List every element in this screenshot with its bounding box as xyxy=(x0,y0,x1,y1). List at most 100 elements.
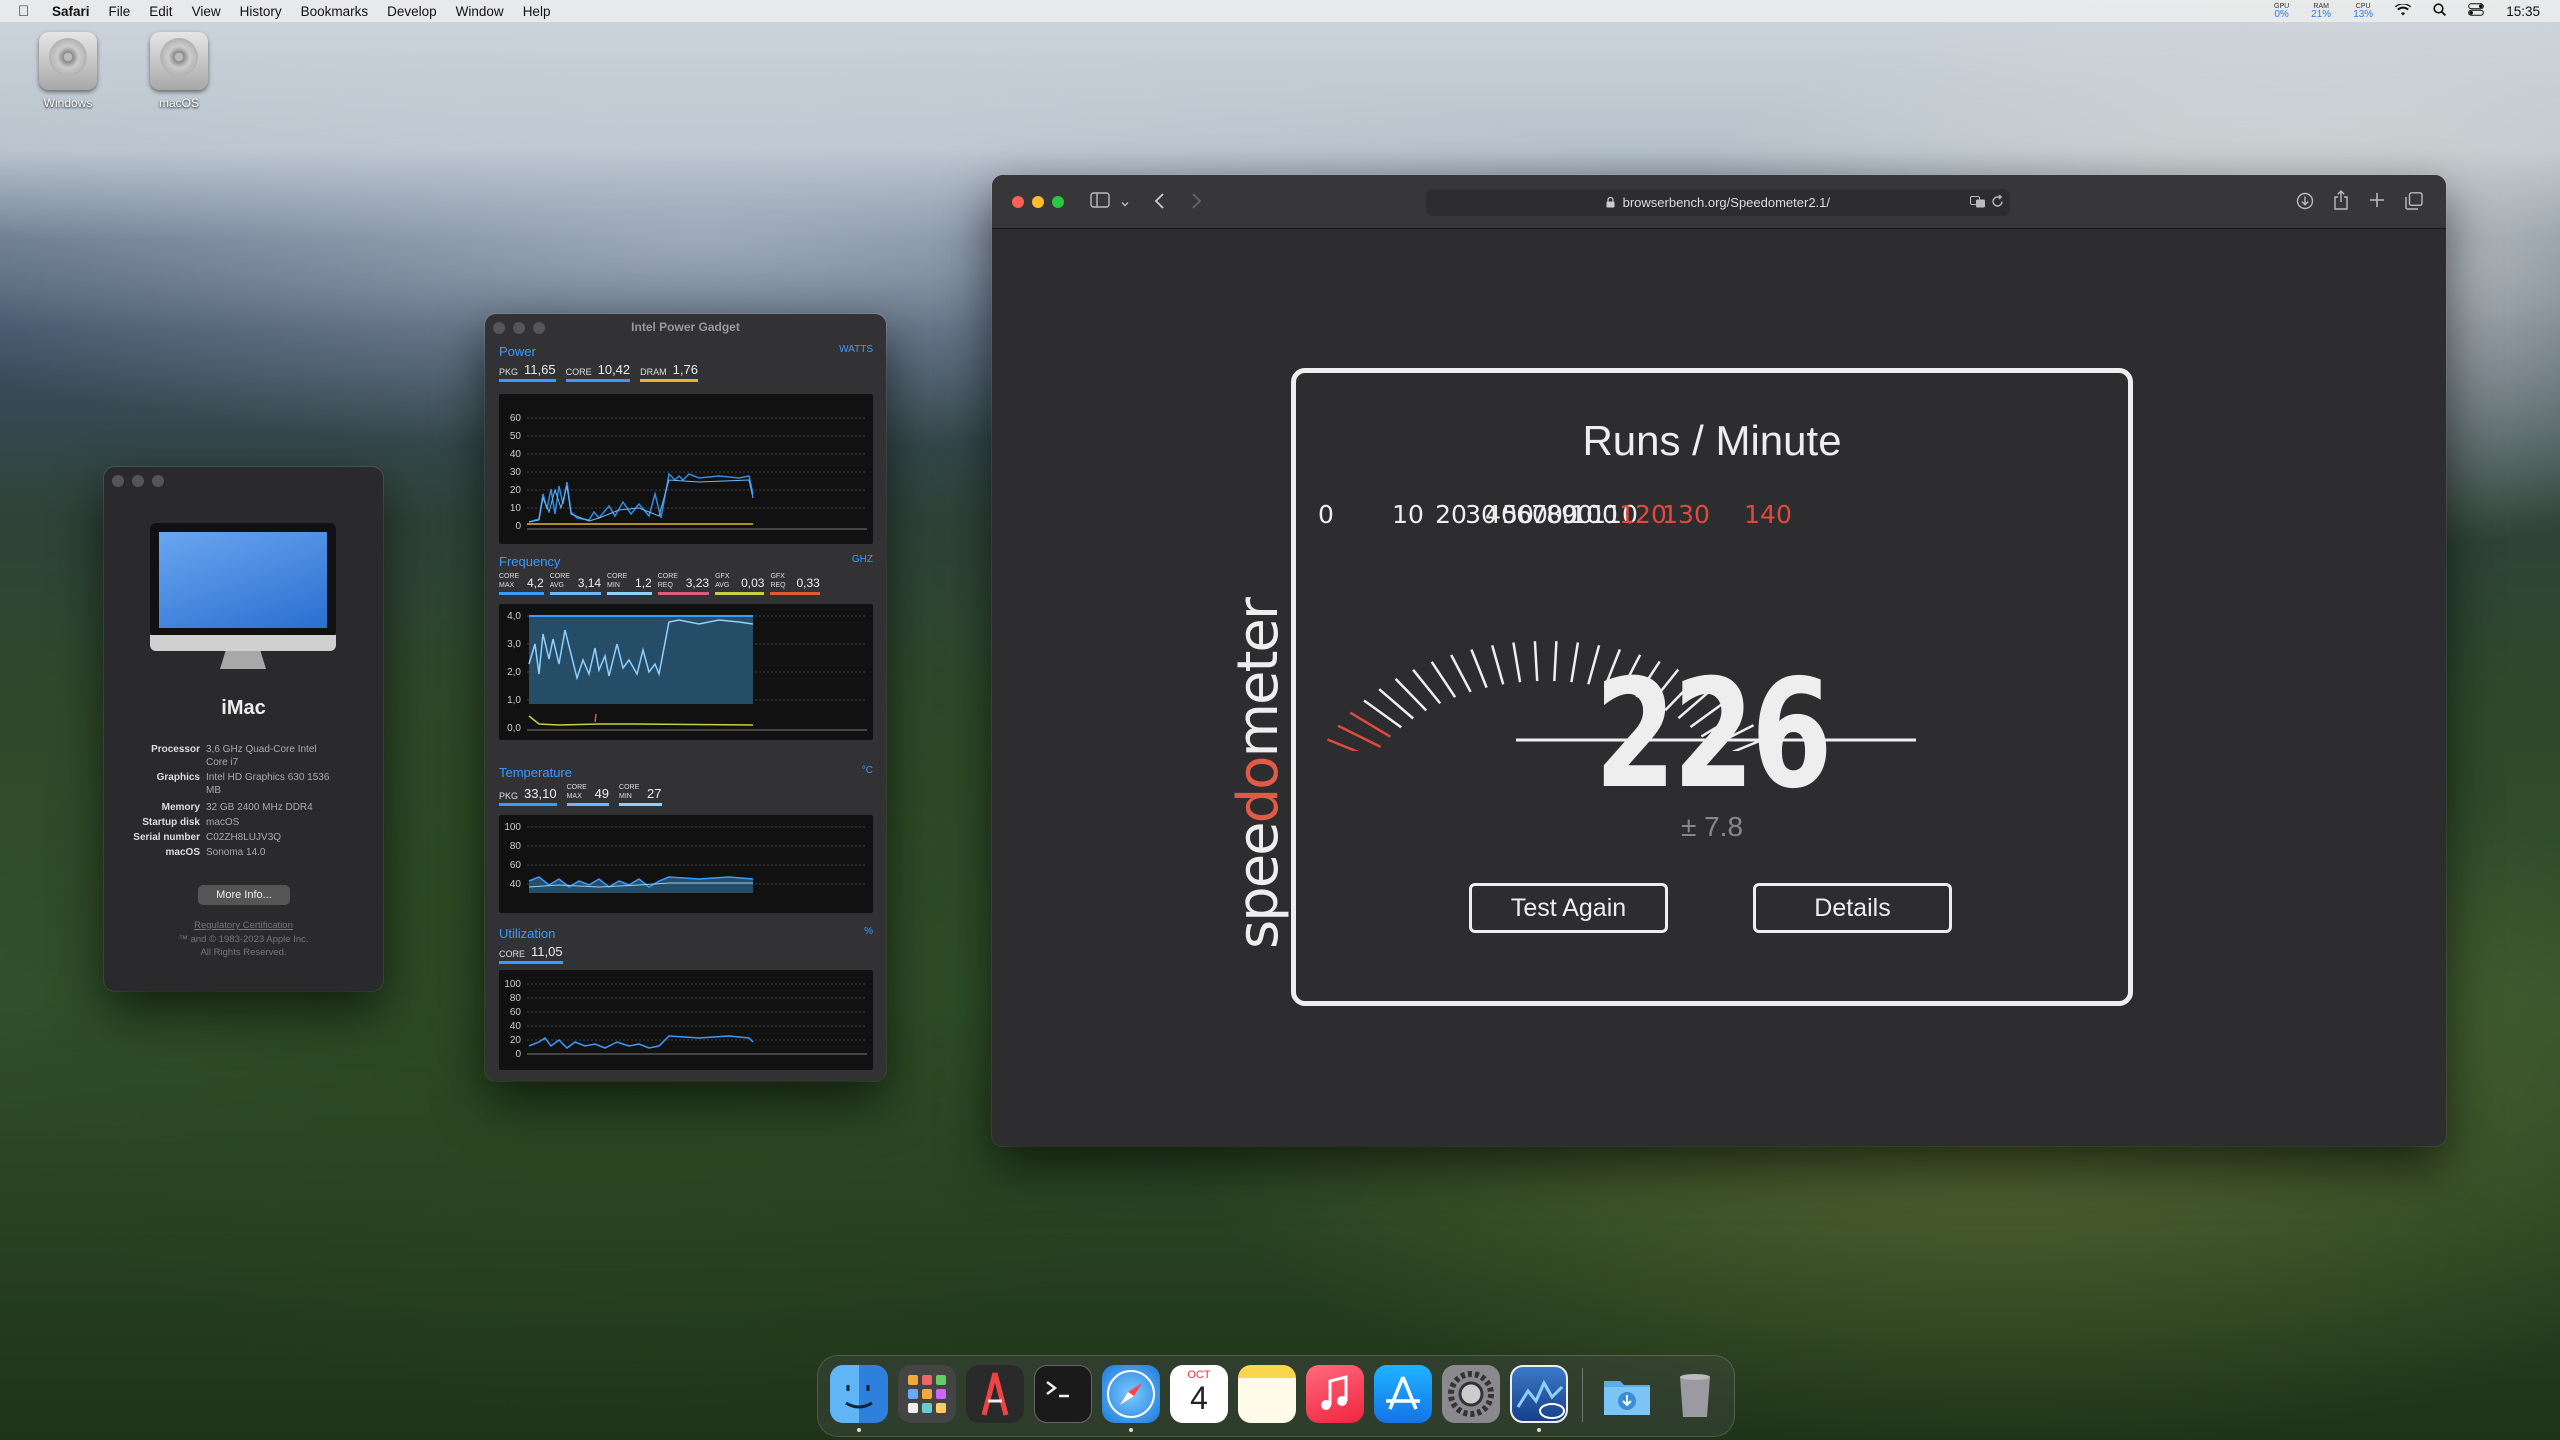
zoom-button[interactable] xyxy=(152,475,164,487)
zoom-button[interactable] xyxy=(1052,196,1064,208)
metric-label: CORE xyxy=(565,367,592,377)
address-bar[interactable]: browserbench.org/Speedometer2.1/ xyxy=(1426,189,2010,216)
power-ytick: 10 xyxy=(510,503,522,514)
sidebar-icon[interactable] xyxy=(1090,192,1110,213)
test-again-button[interactable]: Test Again xyxy=(1469,883,1668,933)
temperature-ytick: 80 xyxy=(510,841,522,852)
dock-app-notes[interactable] xyxy=(1238,1365,1296,1423)
gauge-label: 140 xyxy=(1744,500,1792,529)
spec-row: Memory 32 GB 2400 MHz DDR4 xyxy=(104,801,383,814)
close-button[interactable] xyxy=(1012,196,1024,208)
dock-app-app-store[interactable] xyxy=(1374,1365,1432,1423)
dock-trash[interactable] xyxy=(1666,1365,1724,1423)
power-ytick: 50 xyxy=(510,431,522,442)
gauge-label: 20 xyxy=(1435,500,1467,529)
wifi-icon[interactable] xyxy=(2395,2,2412,19)
metric-value: 1,2 xyxy=(635,576,652,590)
reload-icon[interactable] xyxy=(1991,190,2004,217)
window-controls xyxy=(1012,196,1064,208)
search-icon[interactable] xyxy=(2433,3,2447,19)
menu-edit[interactable]: Edit xyxy=(149,4,172,19)
cpu-stat[interactable]: CPU 13% xyxy=(2353,3,2374,20)
lock-icon xyxy=(1606,195,1623,210)
dock-app-calendar[interactable]: OCT 4 xyxy=(1170,1365,1228,1423)
gpu-stat[interactable]: GPU 0% xyxy=(2274,3,2289,20)
utilization-ytick: 100 xyxy=(504,979,521,990)
dock-app-finder[interactable] xyxy=(830,1365,888,1423)
ram-stat[interactable]: RAM 21% xyxy=(2311,3,2331,20)
close-button[interactable] xyxy=(112,475,124,487)
regulatory-link[interactable]: Regulatory Certification xyxy=(104,919,383,932)
back-icon[interactable] xyxy=(1154,192,1166,215)
core-max-temp: CORE MAX 49 xyxy=(566,783,610,806)
dock-app-launchpad[interactable] xyxy=(898,1365,956,1423)
forward-icon[interactable] xyxy=(1190,192,1202,215)
menu-bookmarks[interactable]: Bookmarks xyxy=(301,4,369,19)
spec-row: Graphics Intel HD Graphics 630 1536 MB xyxy=(104,771,383,797)
menu-file[interactable]: File xyxy=(109,4,131,19)
metric-label: CORE AVG xyxy=(549,573,570,589)
spec-key: Serial number xyxy=(133,832,200,843)
metric-value: 3,14 xyxy=(577,576,602,590)
menu-develop[interactable]: Develop xyxy=(387,4,437,19)
temperature-title: Temperature xyxy=(499,765,572,780)
dock-app-instruments[interactable] xyxy=(966,1365,1024,1423)
menu-history[interactable]: History xyxy=(240,4,282,19)
page-content: speedometer Runs / Minute 0 10 20 30 40 50 60 7… xyxy=(992,229,2446,1146)
dock-app-safari[interactable] xyxy=(1102,1365,1160,1423)
control-center-icon[interactable] xyxy=(2468,3,2485,19)
pkg-temp: PKG 33,10 xyxy=(499,786,557,806)
model-name: iMac xyxy=(221,697,266,719)
spec-key: Graphics xyxy=(156,772,200,783)
chevron-down-icon[interactable] xyxy=(1120,194,1130,214)
new-tab-icon[interactable] xyxy=(2369,192,2385,213)
spec-value: Sonoma 14.0 xyxy=(206,847,266,858)
gauge-tick xyxy=(1327,738,1360,751)
window-title: Intel Power Gadget xyxy=(631,320,740,334)
frequency-ytick: 1,0 xyxy=(507,695,521,706)
dock-app-intel-power-gadget[interactable] xyxy=(1510,1365,1568,1423)
more-info-button[interactable]: More Info... xyxy=(198,885,290,905)
gfx-avg-freq: GFX AVG 0,03 xyxy=(715,572,765,595)
dock-app-system-settings[interactable] xyxy=(1442,1365,1500,1423)
clock[interactable]: 15:35 xyxy=(2506,4,2540,19)
metric-label: CORE REQ xyxy=(657,573,678,589)
window-controls xyxy=(112,475,164,487)
dock-app-music[interactable] xyxy=(1306,1365,1364,1423)
menu-view[interactable]: View xyxy=(192,4,221,19)
minimize-button[interactable] xyxy=(132,475,144,487)
frequency-title: Frequency xyxy=(499,554,561,569)
temperature-ytick: 60 xyxy=(510,860,522,871)
minimize-button[interactable] xyxy=(1032,196,1044,208)
spec-value: C02ZH8LUJV3Q xyxy=(206,832,282,843)
downloads-icon[interactable] xyxy=(2296,192,2314,215)
desktop-disk-macos[interactable]: macOS xyxy=(139,32,219,110)
dock-app-terminal[interactable] xyxy=(1034,1365,1092,1423)
metric-value: 27 xyxy=(647,786,662,801)
metric-value: 0,33 xyxy=(796,576,820,590)
power-ytick: 20 xyxy=(510,485,522,496)
dock-downloads-folder[interactable] xyxy=(1598,1365,1656,1423)
gauge-label: 120 xyxy=(1619,500,1667,529)
details-button[interactable]: Details xyxy=(1753,883,1952,933)
menu-help[interactable]: Help xyxy=(523,4,551,19)
metric-value: 0,03 xyxy=(741,576,765,590)
dram-power: DRAM 1,76 xyxy=(640,362,698,382)
translate-icon[interactable] xyxy=(1970,190,1986,217)
spec-value: macOS xyxy=(206,817,240,828)
share-icon[interactable] xyxy=(2333,190,2349,215)
cpu-value: 13% xyxy=(2353,9,2374,20)
menu-app-name[interactable]: Safari xyxy=(52,4,90,19)
desktop-disk-windows[interactable]: Windows xyxy=(28,32,108,110)
safari-toolbar: browserbench.org/Speedometer2.1/ xyxy=(992,175,2446,229)
metric-label: GFX AVG xyxy=(715,573,730,589)
desktop-disk-label: Windows xyxy=(43,96,93,110)
safari-window: browserbench.org/Speedometer2.1/ speedom… xyxy=(992,175,2446,1146)
tab-overview-icon[interactable] xyxy=(2405,192,2423,215)
runs-per-minute-heading: Runs / Minute xyxy=(1582,417,1842,464)
url-text: browserbench.org/Speedometer2.1/ xyxy=(1622,195,1831,210)
menu-window[interactable]: Window xyxy=(456,4,504,19)
apple-icon[interactable]:  xyxy=(18,3,36,20)
gauge-tick xyxy=(1337,724,1382,749)
temperature-ytick: 100 xyxy=(504,822,521,833)
